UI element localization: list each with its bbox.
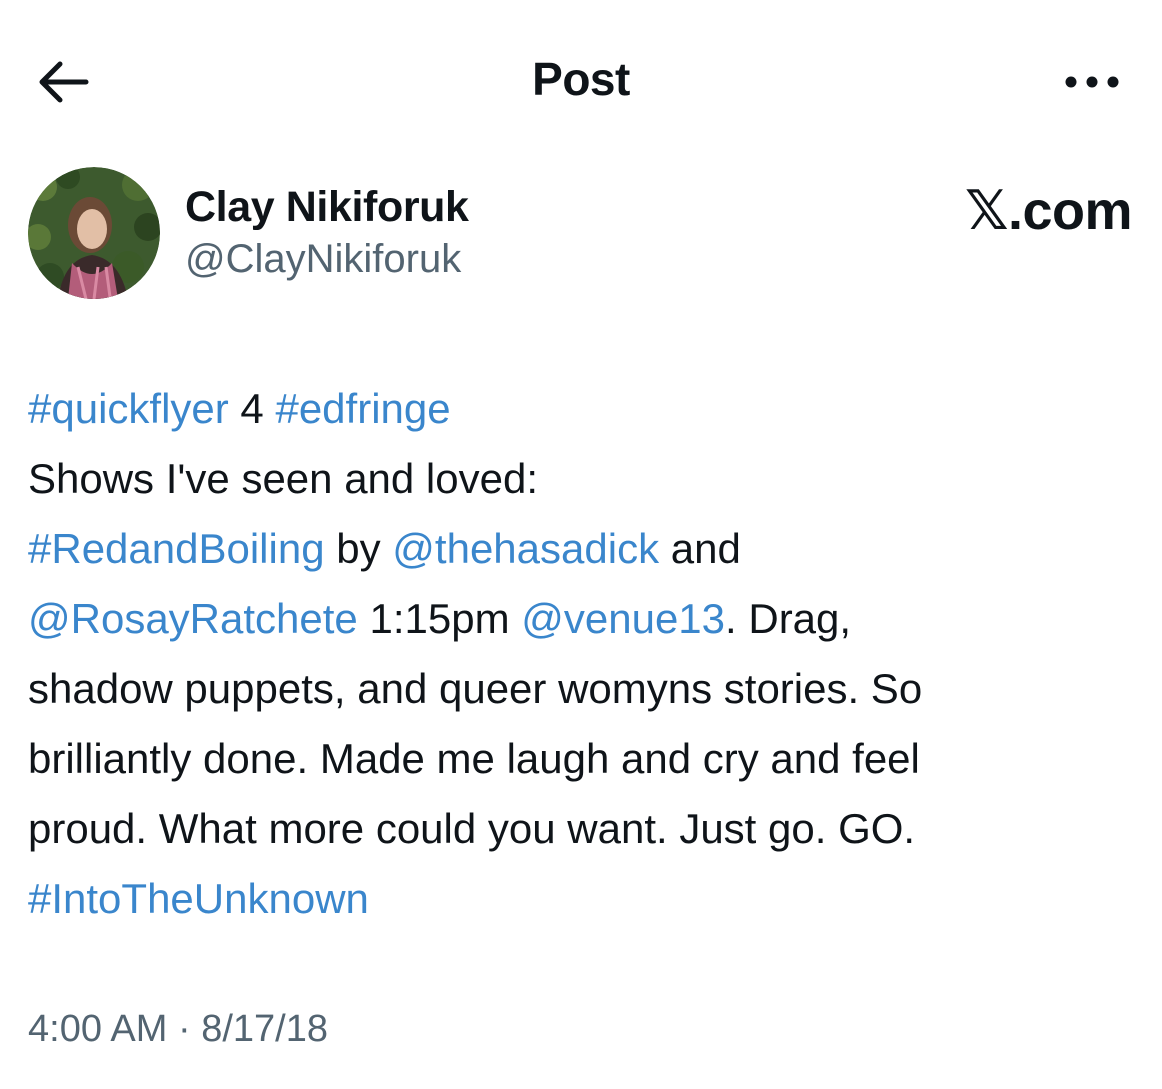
- post-text-line: Shows I've seen and loved:: [28, 444, 1138, 514]
- post-text-segment: . Drag,: [725, 595, 852, 642]
- x-logo-icon: 𝕏: [964, 179, 1009, 242]
- post-text: #quickflyer 4 #edfringe Shows I've seen a…: [28, 374, 1138, 934]
- post-text-segment: proud. What more could you want. Just go…: [28, 805, 916, 852]
- post-text-line: @RosayRatchete 1:15pm @venue13. Drag,: [28, 584, 1138, 654]
- post-text-line: #quickflyer 4 #edfringe: [28, 374, 1138, 444]
- post-text-line: proud. What more could you want. Just go…: [28, 794, 1138, 864]
- post-timestamp[interactable]: 4:00 AM · 8/17/18: [28, 1008, 328, 1051]
- post-text-segment: brilliantly done. Made me laugh and cry …: [28, 735, 920, 782]
- post-text-segment: by: [324, 525, 393, 572]
- hashtag-link[interactable]: #IntoTheUnknown: [28, 875, 369, 922]
- avatar[interactable]: [28, 167, 160, 299]
- post-text-line: #IntoTheUnknown: [28, 864, 1138, 934]
- page-title: Post: [532, 53, 630, 105]
- author-row: Clay Nikiforuk @ClayNikiforuk 𝕏 .com: [28, 165, 1133, 305]
- hashtag-link[interactable]: #RedandBoiling: [28, 525, 325, 572]
- hashtag-link[interactable]: #edfringe: [275, 385, 450, 432]
- more-options-button[interactable]: [1060, 62, 1124, 102]
- source-logo-text: .com: [1007, 180, 1133, 241]
- post-text-segment: 1:15pm: [357, 595, 522, 642]
- top-bar: Post: [0, 0, 1162, 160]
- hashtag-link[interactable]: #quickflyer: [28, 385, 229, 432]
- source-logo: 𝕏 .com: [964, 179, 1133, 242]
- more-horizontal-icon: [1065, 76, 1119, 88]
- mention-link[interactable]: @RosayRatchete: [28, 595, 358, 642]
- post-text-line: brilliantly done. Made me laugh and cry …: [28, 724, 1138, 794]
- author-handle[interactable]: @ClayNikiforuk: [185, 237, 461, 282]
- post-text-segment: shadow puppets, and queer womyns stories…: [28, 665, 923, 712]
- mention-link[interactable]: @thehasadick: [392, 525, 659, 572]
- post-text-segment: and: [659, 525, 741, 572]
- profile-photo: [28, 167, 160, 299]
- mention-link[interactable]: @venue13: [521, 595, 725, 642]
- post-text-segment: 4: [228, 385, 276, 432]
- author-name[interactable]: Clay Nikiforuk: [185, 183, 469, 232]
- post-text-line: shadow puppets, and queer womyns stories…: [28, 654, 1138, 724]
- post-text-segment: Shows I've seen and loved:: [28, 455, 539, 502]
- post-text-line: #RedandBoiling by @thehasadick and: [28, 514, 1138, 584]
